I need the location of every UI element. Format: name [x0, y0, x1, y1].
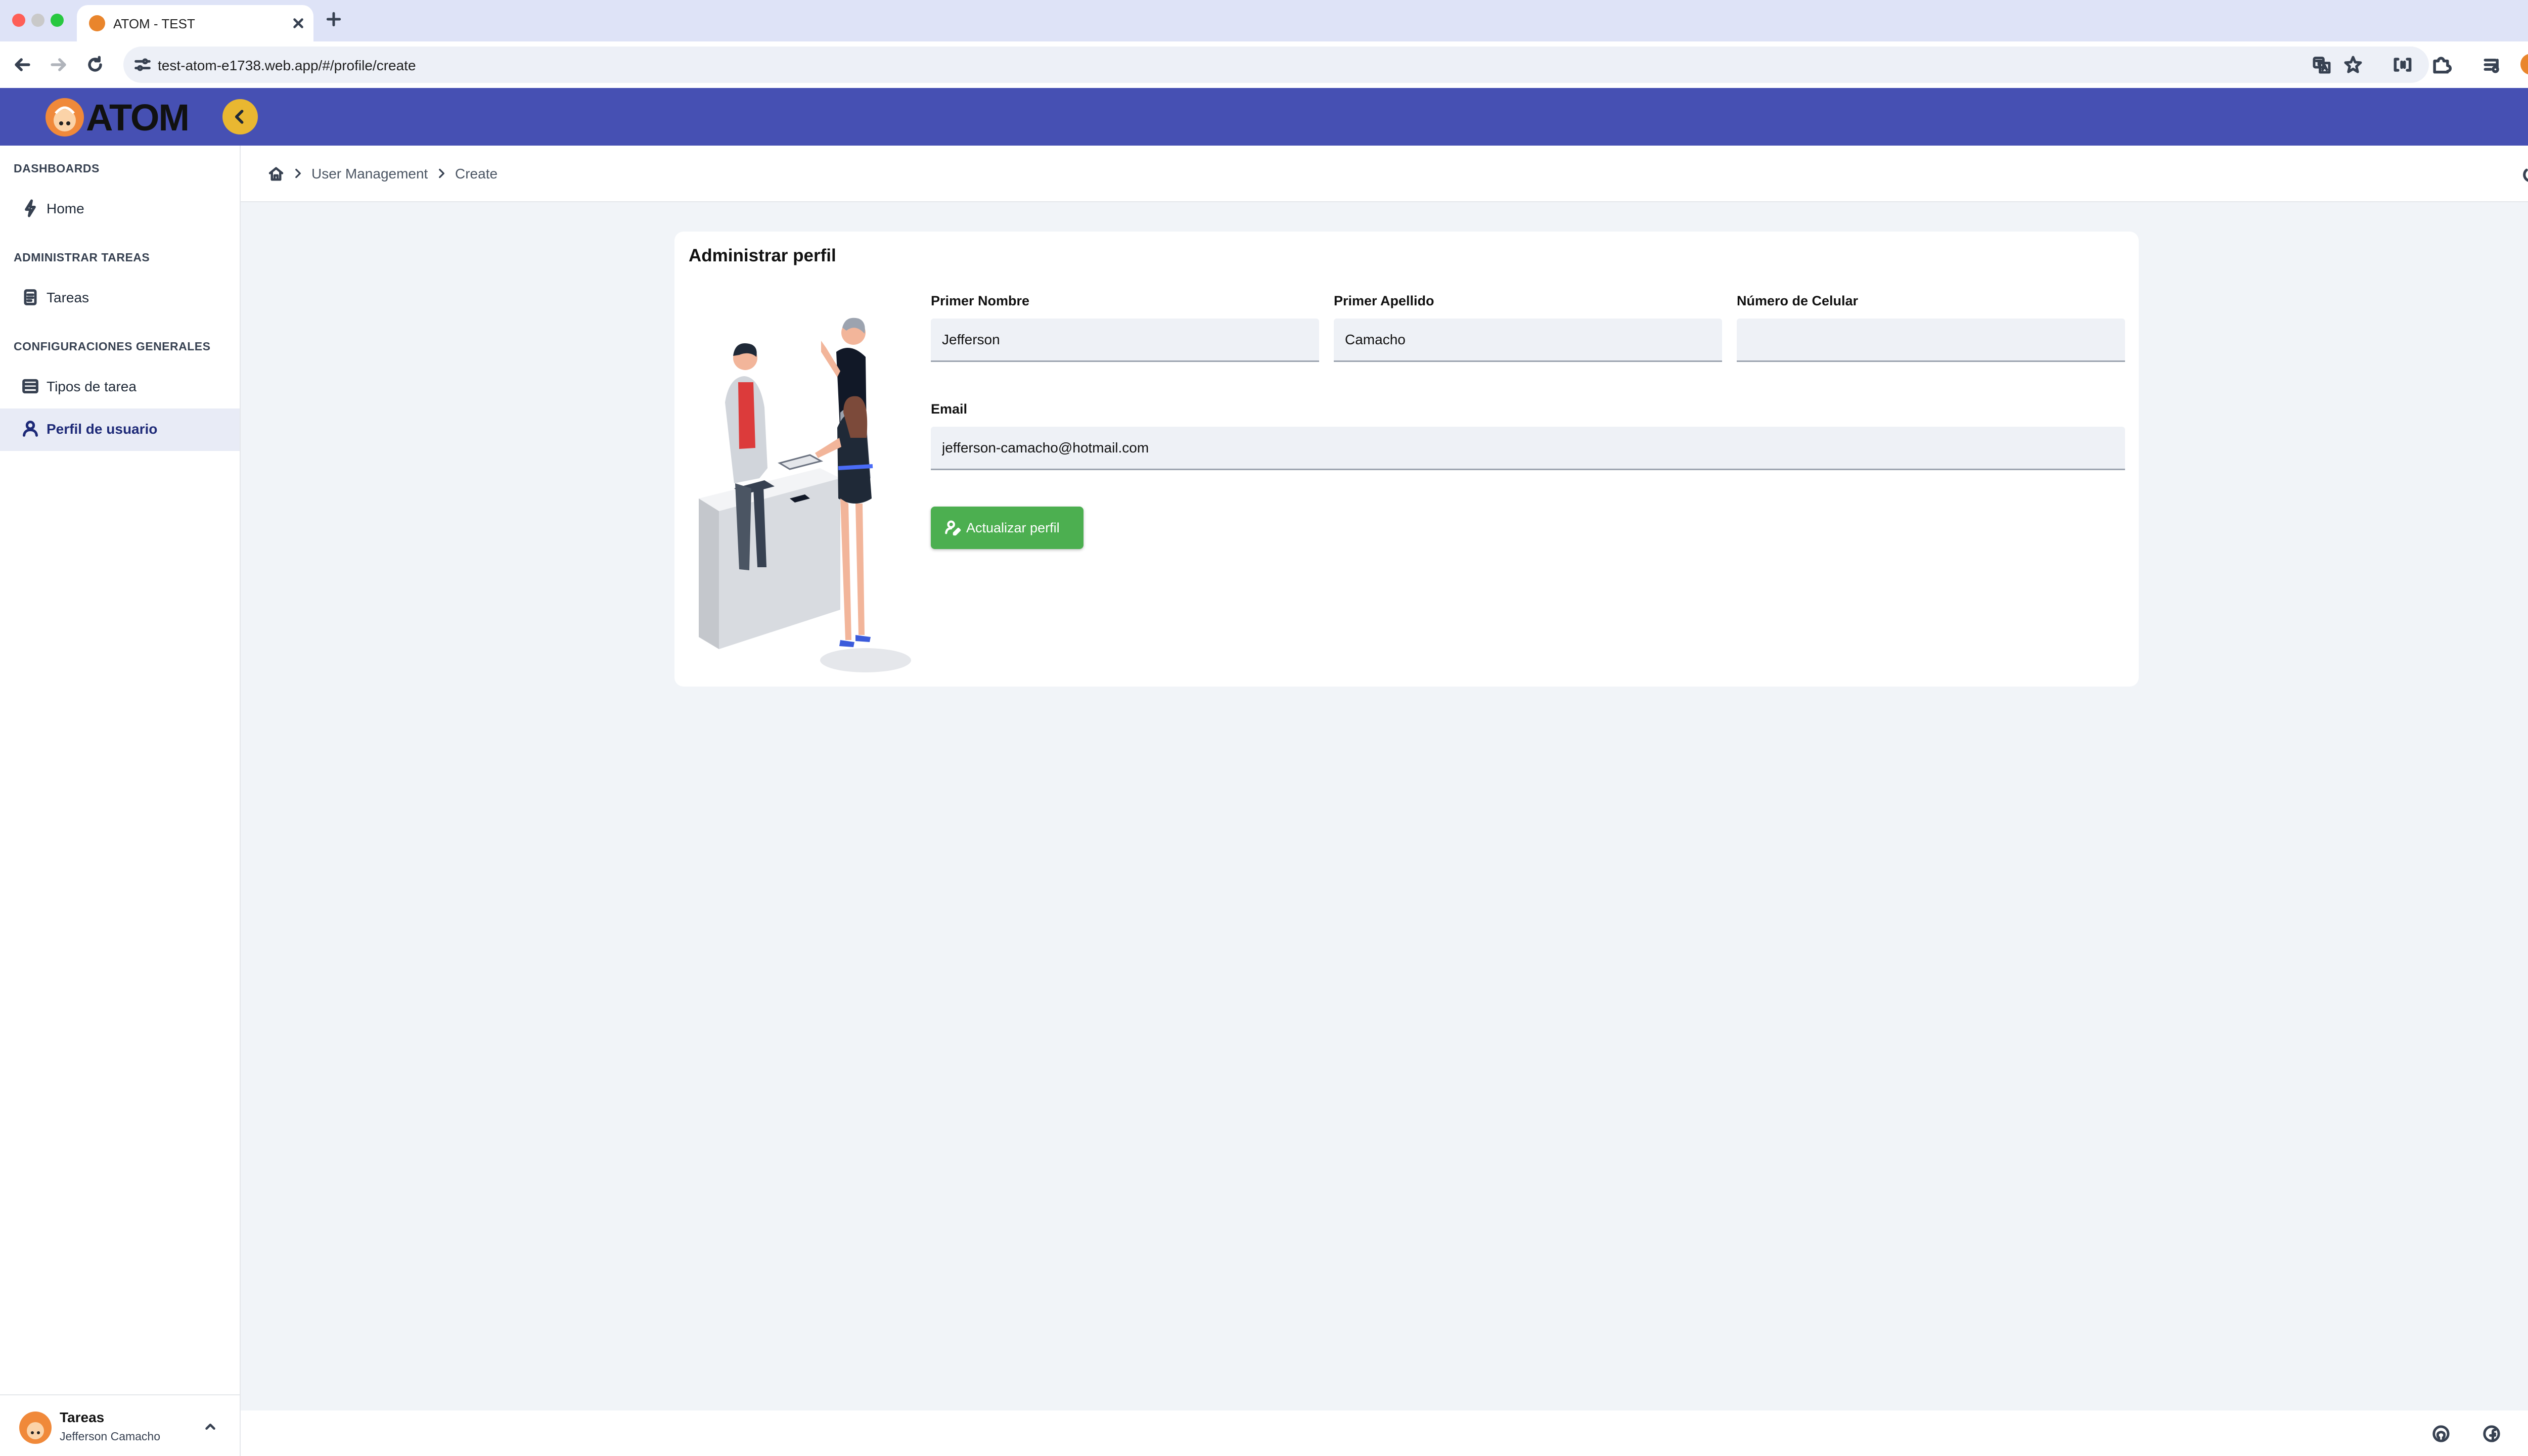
- close-tab-icon[interactable]: [289, 14, 307, 32]
- office-illustration: [699, 317, 911, 672]
- profile-avatar[interactable]: J: [2520, 54, 2528, 75]
- avatar: [19, 1412, 52, 1444]
- sidebar-item-label: Home: [47, 201, 84, 216]
- bolt-icon: [25, 199, 36, 217]
- sidebar-item-label: Tareas: [47, 290, 89, 305]
- user-card[interactable]: Tareas Jefferson Camacho: [0, 1394, 240, 1456]
- user-icon: [23, 421, 38, 437]
- profile-card: Administrar perfil Primer Nombre Primer …: [674, 232, 2139, 687]
- chevron-right-icon: [439, 168, 444, 178]
- minimize-window-button[interactable]: [31, 14, 44, 27]
- translate-icon[interactable]: [2312, 55, 2332, 75]
- first-name-input[interactable]: [931, 318, 1319, 362]
- breadcrumb: User Management Create: [241, 146, 2528, 202]
- reading-mode-icon[interactable]: [2391, 54, 2414, 76]
- app-logo-text: ATOM: [86, 97, 190, 139]
- user-edit-icon: [945, 520, 961, 536]
- extensions-icon[interactable]: [2430, 54, 2452, 76]
- browser-toolbar: test-atom-e1738.web.app/#/profile/create…: [0, 41, 2528, 88]
- sidebar-item-home[interactable]: Home: [0, 188, 240, 231]
- sidebar-item-perfil-de-usuario[interactable]: Perfil de usuario: [0, 408, 240, 451]
- chevron-up-icon[interactable]: [201, 1418, 219, 1436]
- logo-icon: [46, 98, 84, 136]
- user-card-title: Tareas: [60, 1409, 105, 1425]
- address-bar[interactable]: test-atom-e1738.web.app/#/profile/create: [123, 47, 2429, 83]
- update-profile-button-label: Actualizar perfil: [966, 520, 1060, 535]
- sidebar-section-configuraciones-generales: CONFIGURACIONES GENERALES: [14, 340, 211, 353]
- app-header: ATOM: [0, 88, 2528, 146]
- favicon-icon: [89, 15, 105, 31]
- sidebar-item-tipos-de-tarea[interactable]: Tipos de tarea: [0, 366, 240, 408]
- clipboard-icon: [24, 289, 37, 305]
- browser-tab[interactable]: ATOM - TEST: [77, 5, 313, 41]
- phone-label: Número de Celular: [1737, 293, 1859, 308]
- url-text[interactable]: test-atom-e1738.web.app/#/profile/create: [158, 58, 416, 74]
- power-icon[interactable]: [2520, 164, 2528, 185]
- facebook-icon[interactable]: [2481, 1424, 2502, 1444]
- home-icon[interactable]: [267, 165, 285, 183]
- sidebar-section-dashboards: DASHBOARDS: [14, 162, 100, 175]
- update-profile-button[interactable]: Actualizar perfil: [931, 507, 1084, 549]
- user-card-name: Jefferson Camacho: [60, 1430, 161, 1443]
- phone-input[interactable]: [1737, 318, 2125, 362]
- page-footer: [241, 1410, 2528, 1456]
- tab-title: ATOM - TEST: [113, 16, 195, 31]
- site-settings-icon[interactable]: [132, 55, 153, 75]
- new-tab-icon[interactable]: [324, 9, 344, 29]
- chevron-right-icon: [295, 168, 301, 178]
- first-name-label: Primer Nombre: [931, 293, 1030, 308]
- bookmark-star-icon[interactable]: [2343, 55, 2363, 75]
- page-title: Administrar perfil: [689, 246, 836, 265]
- email-label: Email: [931, 401, 968, 417]
- maximize-window-button[interactable]: [51, 14, 64, 27]
- github-icon[interactable]: [2431, 1424, 2451, 1444]
- sidebar-item-label: Perfil de usuario: [47, 421, 158, 437]
- sidebar-item-tareas[interactable]: Tareas: [0, 277, 240, 320]
- email-input[interactable]: [931, 427, 2125, 470]
- breadcrumb-item-create: Create: [455, 166, 498, 181]
- forward-icon[interactable]: [48, 54, 70, 76]
- collapse-sidebar-button[interactable]: [222, 99, 258, 134]
- list-icon: [22, 379, 38, 394]
- media-queue-icon[interactable]: [2481, 54, 2504, 76]
- last-name-input[interactable]: [1334, 318, 1722, 362]
- sidebar-section-administrar-tareas: ADMINISTRAR TAREAS: [14, 251, 150, 264]
- chevron-left-icon: [235, 110, 244, 124]
- reload-icon[interactable]: [84, 54, 106, 76]
- sidebar: DASHBOARDS Home ADMINISTRAR TAREAS Tarea…: [0, 146, 241, 1456]
- back-icon[interactable]: [11, 54, 33, 76]
- breadcrumb-item-user-management[interactable]: User Management: [311, 166, 428, 182]
- close-window-button[interactable]: [12, 14, 25, 27]
- browser-tab-strip: ATOM - TEST: [0, 0, 2528, 41]
- sidebar-item-label: Tipos de tarea: [47, 379, 137, 394]
- last-name-label: Primer Apellido: [1334, 293, 1434, 308]
